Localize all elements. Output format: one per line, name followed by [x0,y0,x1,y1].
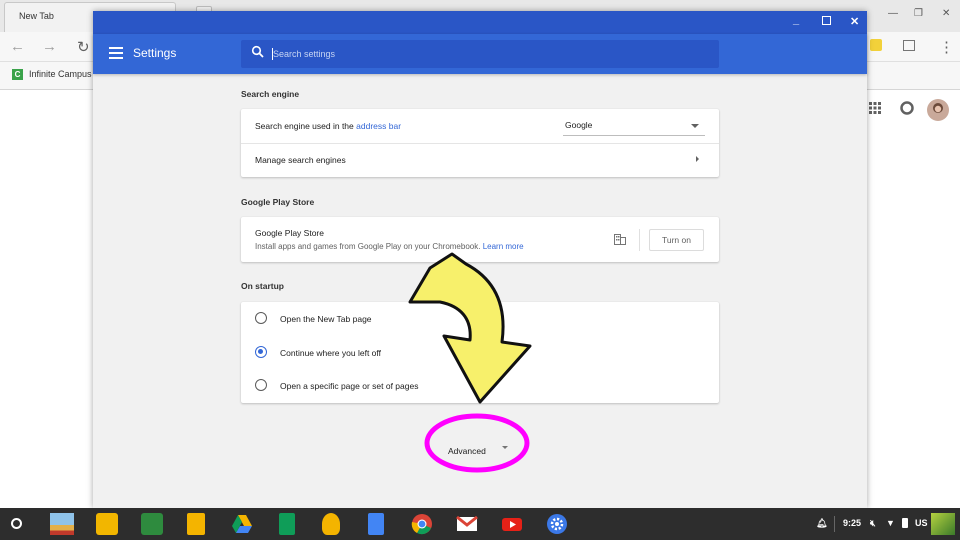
slides-icon[interactable] [187,513,205,535]
annotation-overlay [408,252,532,473]
yellow-arrow-annotation [408,252,532,404]
battery-icon [902,518,908,528]
notification-bell-icon[interactable]: 🔔︎ [816,518,827,529]
magenta-circle-annotation [424,413,530,473]
user-avatar[interactable] [931,513,955,535]
keep-app-icon[interactable] [96,513,118,535]
input-method-label[interactable]: US [915,518,928,528]
clock-time[interactable]: 9:25 [843,518,861,528]
gmail-icon[interactable] [456,513,478,535]
keep-bulb-icon[interactable] [322,513,340,535]
launcher-icon[interactable] [11,518,22,529]
shelf: 🔔︎ 9:25 🔇︎ ▼ US [0,508,960,540]
settings-gear-icon[interactable] [546,513,568,535]
youtube-icon[interactable] [501,513,523,535]
google-drive-icon[interactable] [231,513,253,535]
chrome-icon[interactable] [411,513,433,535]
sheets-icon[interactable] [279,513,295,535]
docs-icon[interactable] [368,513,384,535]
wifi-icon: ▼ [886,518,895,528]
classroom-icon[interactable] [141,513,163,535]
shelf-separator [834,516,835,532]
mute-icon: 🔇︎ [870,518,876,528]
photo-app-icon[interactable] [50,513,74,535]
